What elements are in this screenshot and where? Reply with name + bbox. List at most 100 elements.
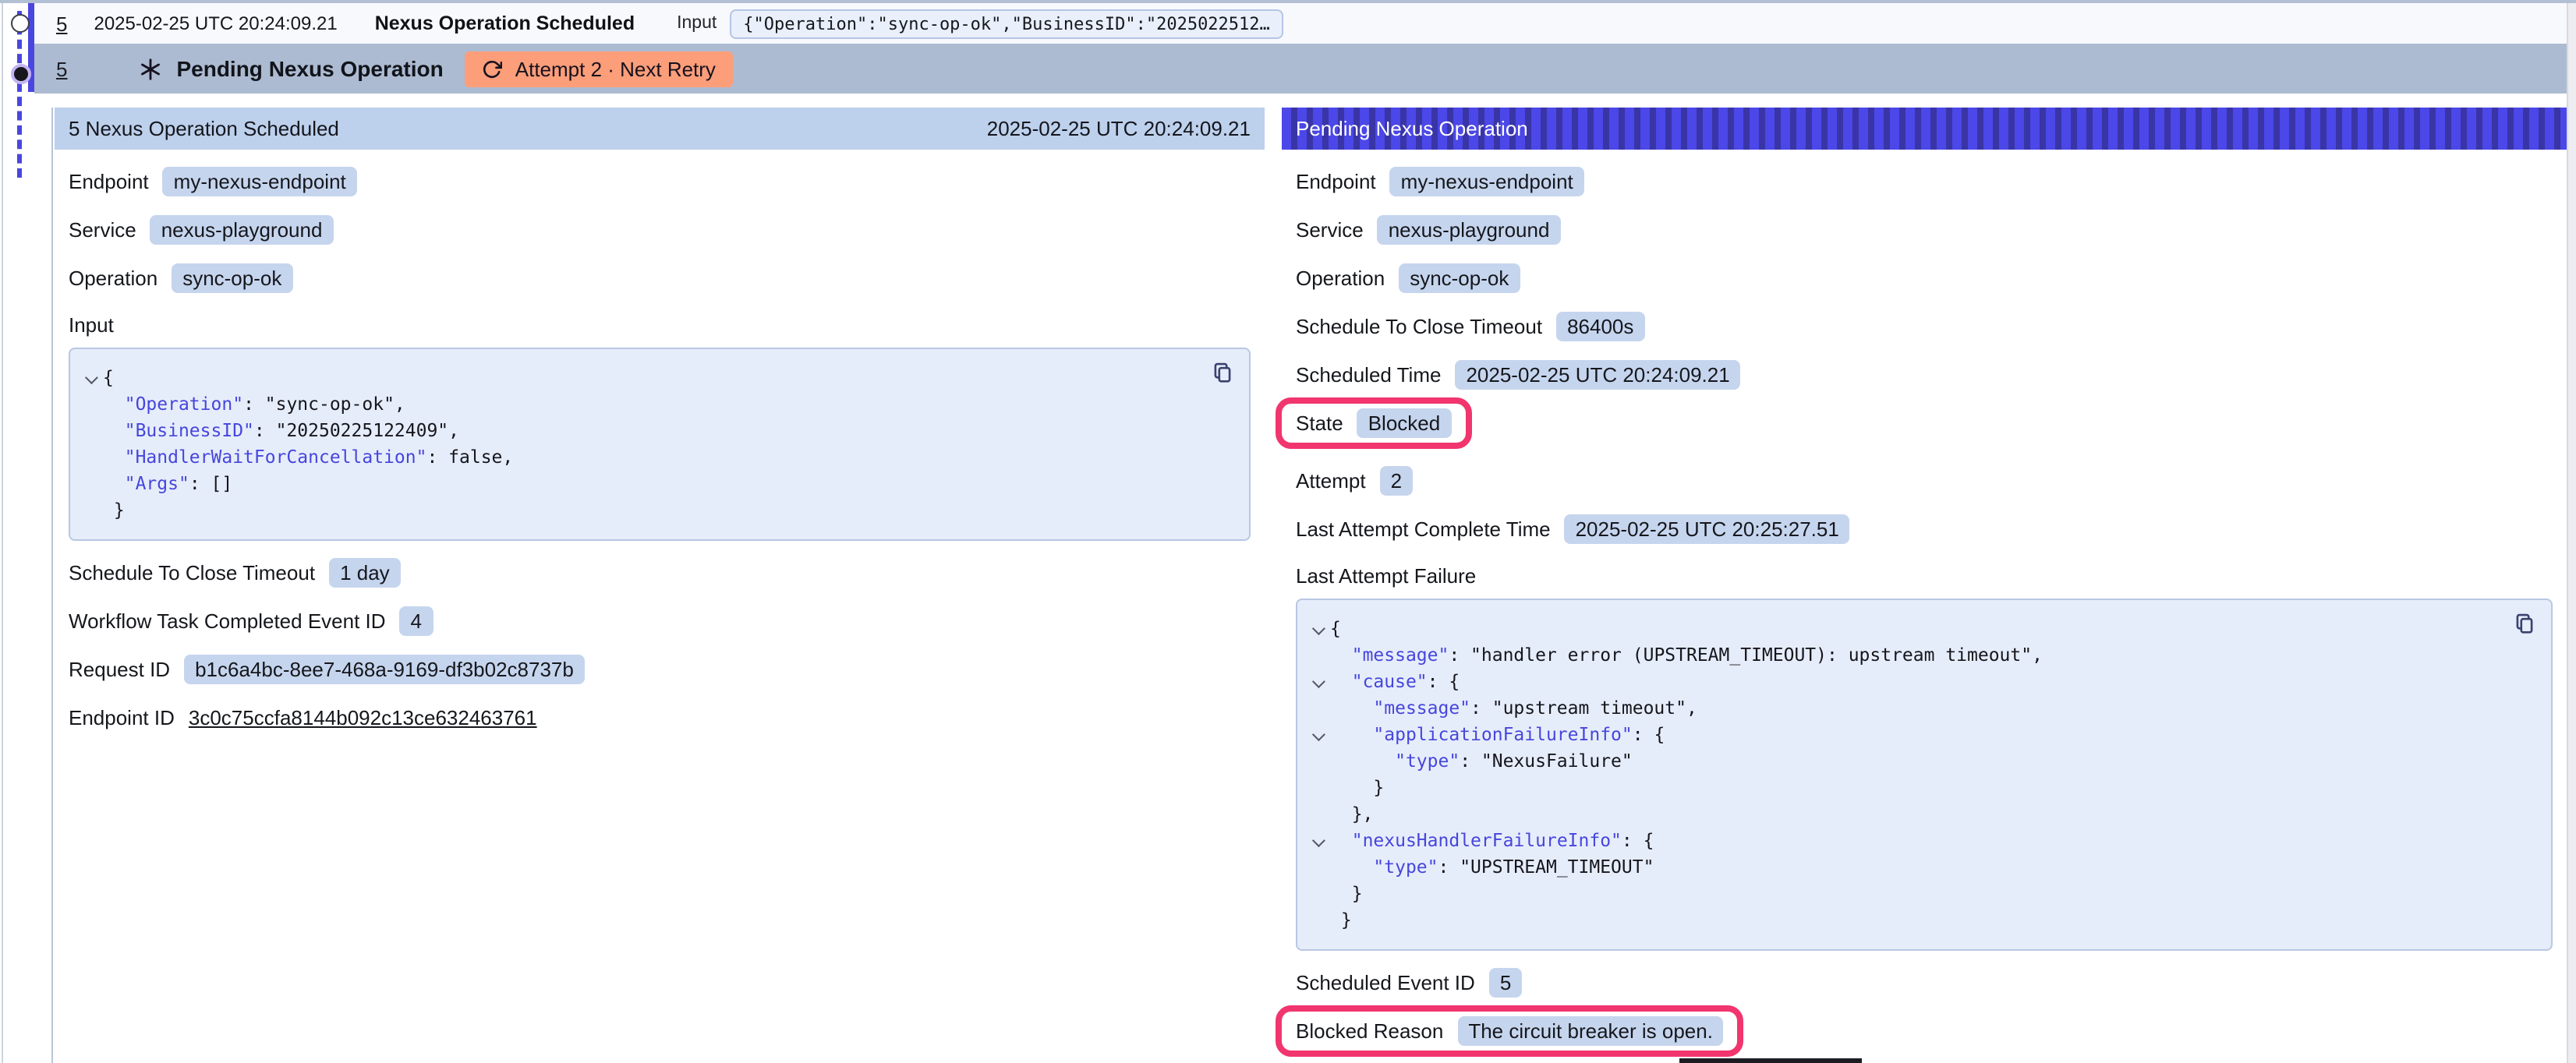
json-code-line: "Args": [] [78,471,1237,497]
json-line-content: "applicationFailureInfo": { [1330,722,1665,748]
detail-field-row: Endpoint ID 3c0c75ccfa8144b092c13ce63246… [69,701,537,734]
retry-attempt-badge: Attempt 2 · Next Retry [465,51,733,87]
json-code-line: "message": "handler error (UPSTREAM_TIME… [1305,642,2539,669]
detail-field-row: Last Attempt Complete Time 2025-02-25 UT… [1296,513,1850,546]
json-code-line: "applicationFailureInfo": { [1305,722,2539,748]
detail-field-row: Attempt 2 [1296,464,1413,497]
failure-code-block: { "message": "handler error (UPSTREAM_TI… [1296,599,2553,951]
json-line-content: "cause": { [1330,669,1460,695]
json-line-content: "HandlerWaitForCancellation": false, [103,444,513,471]
left-panel-header: 5 Nexus Operation Scheduled 2025-02-25 U… [55,108,1265,150]
json-line-content: { [103,365,114,391]
scheduled-event-panel: 5 Nexus Operation Scheduled 2025-02-25 U… [55,108,1265,734]
annotated-field-row: Blocked Reason The circuit breaker is op… [1276,1005,1744,1057]
field-value-badge: 2 [1380,466,1413,496]
field-value-link[interactable]: 3c0c75ccfa8144b092c13ce632463761 [189,706,537,729]
json-code-line: } [78,497,1237,524]
field-value-badge: my-nexus-endpoint [1390,167,1584,196]
detail-field-row: Scheduled Time 2025-02-25 UTC 20:24:09.2… [1296,358,1741,391]
json-line-content: "Args": [] [103,471,232,497]
collapse-toggle-icon[interactable] [1305,669,1330,695]
field-value-badge: 4 [400,606,433,636]
copy-button[interactable] [1212,362,1233,385]
detail-field-row: Operation sync-op-ok [1296,262,1520,295]
annotated-field-row: State Blocked [1276,397,1471,449]
collapse-toggle-icon[interactable] [1305,828,1330,854]
field-label: Scheduled Time [1296,363,1441,387]
pending-operation-panel: Pending Nexus Operation Endpoint my-nexu… [1282,108,2567,1057]
field-value-badge: The circuit breaker is open. [1457,1016,1724,1046]
input-code-lines: { "Operation": "sync-op-ok", "BusinessID… [78,365,1237,524]
json-code-line: "BusinessID": "20250225122409", [78,418,1237,444]
json-code-line: }, [1305,801,2539,828]
vertical-scrollbar[interactable] [2567,3,2576,1063]
json-line-content: } [1330,881,1363,907]
field-label: Blocked Reason [1296,1019,1443,1043]
pending-operation-asterisk-icon [139,57,162,80]
field-value-badge: 1 day [329,558,401,588]
field-label: State [1296,411,1343,435]
field-label: Endpoint [1296,170,1376,193]
detail-field-row: Scheduled Event ID 5 [1296,966,1522,999]
detail-field-row: Workflow Task Completed Event ID 4 [69,605,433,637]
field-value-badge: 86400s [1556,312,1644,341]
field-value-badge: 2025-02-25 UTC 20:24:09.21 [1455,360,1740,390]
event-details-section: 5 Nexus Operation Scheduled 2025-02-25 U… [51,108,2567,1063]
json-line-content: "type": "UPSTREAM_TIMEOUT" [1330,854,1654,881]
field-value-badge: sync-op-ok [1399,263,1520,293]
event-group-row[interactable]: 5 Pending Nexus Operation Attempt 2 · Ne… [34,44,2568,94]
copy-button[interactable] [2514,613,2535,636]
field-value-badge: Blocked [1357,408,1452,438]
right-panel-header: Pending Nexus Operation [1282,108,2567,150]
json-code-line: "message": "upstream timeout", [1305,695,2539,722]
input-block-label: Input [69,313,1265,337]
input-code-block: { "Operation": "sync-op-ok", "BusinessID… [69,348,1251,541]
json-line-content: } [1330,907,1352,934]
json-line-content: "BusinessID": "20250225122409", [103,418,459,444]
detail-field-row: Service nexus-playground [69,214,333,246]
detail-field-row: Endpoint my-nexus-endpoint [69,165,357,198]
json-line-content: "nexusHandlerFailureInfo": { [1330,828,1654,854]
field-label: Endpoint [69,170,149,193]
field-label: Operation [1296,267,1385,290]
retry-icon [483,58,503,79]
json-code-line: } [1305,775,2539,801]
group-row-title: Pending Nexus Operation [176,56,443,81]
failure-code-lines: { "message": "handler error (UPSTREAM_TI… [1305,616,2539,934]
detail-field-row: Request ID b1c6a4bc-8ee7-468a-9169-df3b0… [69,653,585,686]
field-label: Service [69,218,136,242]
field-label: Service [1296,218,1364,242]
detail-field-row: Service nexus-playground [1296,214,1560,246]
left-panel-timestamp: 2025-02-25 UTC 20:24:09.21 [987,117,1251,140]
json-line-content: "Operation": "sync-op-ok", [103,391,405,418]
detail-field-row: Endpoint my-nexus-endpoint [1296,165,1584,198]
json-code-line: "nexusHandlerFailureInfo": { [1305,828,2539,854]
json-line-content: } [1330,775,1384,801]
event-history-row[interactable]: 5 2025-02-25 UTC 20:24:09.21 Nexus Opera… [34,3,2568,44]
field-label: Schedule To Close Timeout [69,561,315,584]
field-label: Request ID [69,658,170,681]
json-line-content: "message": "handler error (UPSTREAM_TIME… [1330,642,2043,669]
json-code-line: } [1305,907,2539,934]
event-input-preview-chip[interactable]: {"Operation":"sync-op-ok","BusinessID":"… [729,9,1284,38]
field-value-badge: sync-op-ok [172,263,292,293]
collapse-toggle-icon[interactable] [78,365,103,391]
workflow-history-view: 5 2025-02-25 UTC 20:24:09.21 Nexus Opera… [0,0,2576,1063]
event-timestamp: 2025-02-25 UTC 20:24:09.21 [94,12,337,34]
event-id-link[interactable]: 5 [56,12,67,35]
field-label: Operation [69,267,157,290]
field-value-badge: 5 [1489,968,1522,998]
field-value-badge: nexus-playground [1378,215,1561,245]
collapse-toggle-icon[interactable] [1305,616,1330,642]
json-code-line: } [1305,881,2539,907]
retry-badge-label: Attempt 2 · Next Retry [515,57,716,80]
right-fields-top: Endpoint my-nexus-endpoint Service nexus… [1282,165,2567,546]
field-label: Workflow Task Completed Event ID [69,609,386,633]
left-panel-title: 5 Nexus Operation Scheduled [69,117,339,140]
left-fields-bottom: Schedule To Close Timeout 1 day Workflow… [55,556,1265,734]
group-event-id-link[interactable]: 5 [56,57,67,80]
json-line-content: }, [1330,801,1373,828]
collapse-toggle-icon[interactable] [1305,722,1330,748]
event-dot-active-icon [11,64,31,84]
bottom-divider-line [1679,1058,1862,1062]
